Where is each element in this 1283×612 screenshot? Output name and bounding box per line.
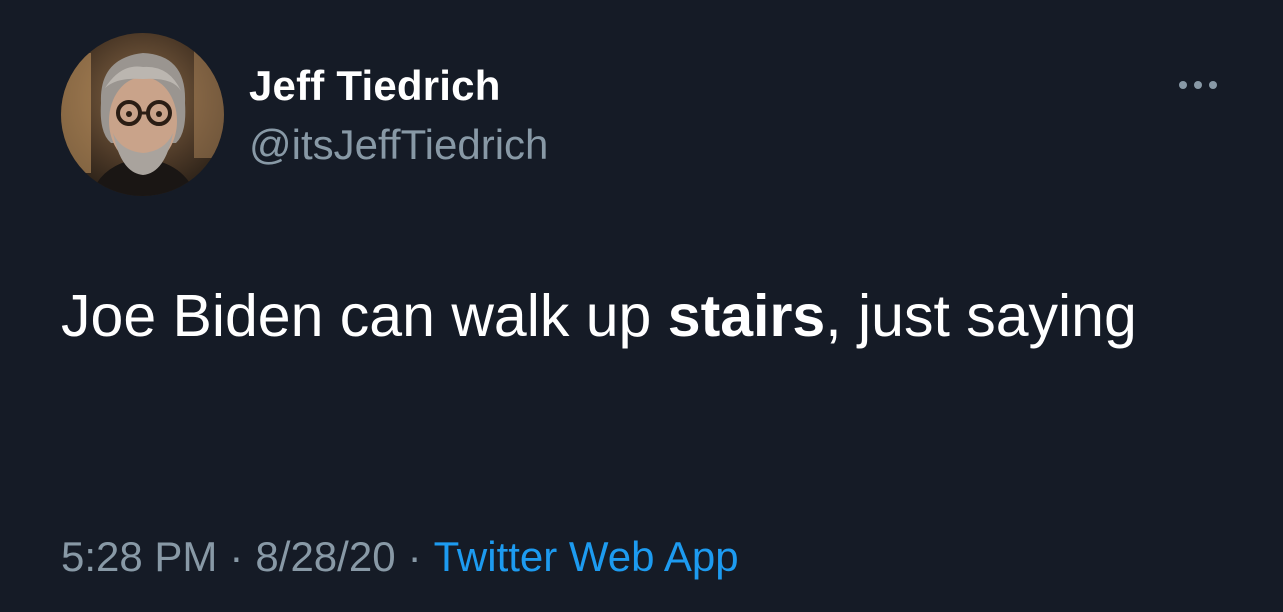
more-options-button[interactable] <box>1171 70 1225 100</box>
tweet-text-part: Joe Biden can walk up <box>61 283 668 349</box>
author-name[interactable]: Jeff Tiedrich <box>249 61 501 111</box>
meta-separator: · <box>407 533 422 580</box>
tweet-text-bold: stairs <box>667 283 826 349</box>
meta-separator: · <box>229 533 244 580</box>
avatar-image <box>61 33 224 196</box>
tweet-time[interactable]: 5:28 PM <box>61 533 217 580</box>
tweet-source-link[interactable]: Twitter Web App <box>434 533 739 580</box>
more-dot-icon <box>1194 81 1202 89</box>
tweet-text: Joe Biden can walk up stairs, just sayin… <box>61 270 1161 363</box>
more-dot-icon <box>1209 81 1217 89</box>
tweet-text-part: , just saying <box>825 283 1137 349</box>
author-handle[interactable]: @itsJeffTiedrich <box>249 120 548 170</box>
tweet-date[interactable]: 8/28/20 <box>255 533 395 580</box>
tweet-meta: 5:28 PM · 8/28/20 · Twitter Web App <box>61 527 739 587</box>
more-dot-icon <box>1179 81 1187 89</box>
author-avatar[interactable] <box>61 33 224 196</box>
tweet-card: Jeff Tiedrich @itsJeffTiedrich Joe Biden… <box>0 0 1283 612</box>
